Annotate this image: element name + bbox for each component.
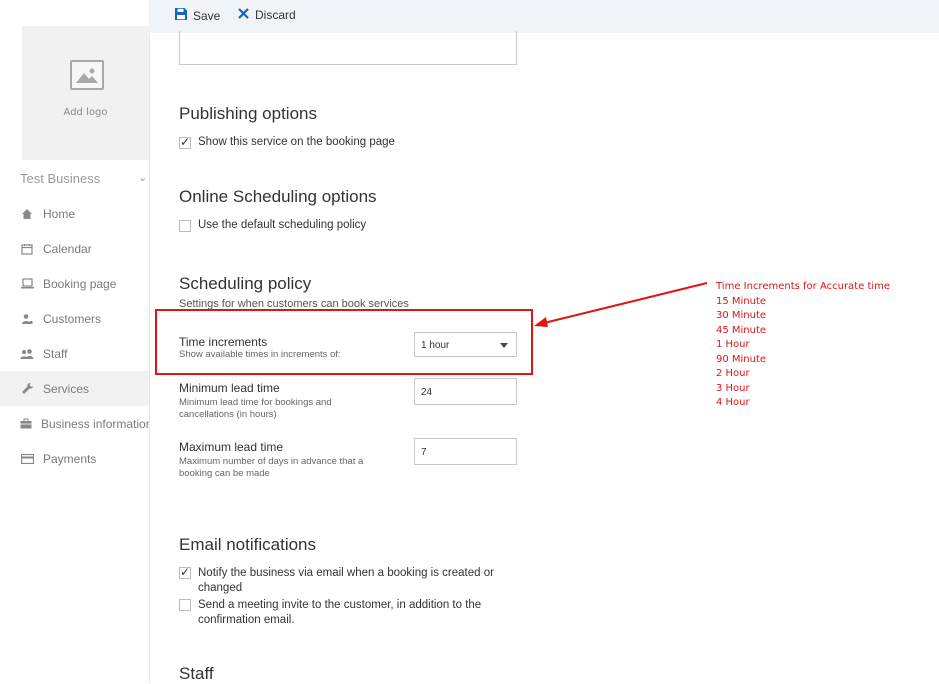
sidebar-item-calendar[interactable]: Calendar (0, 231, 149, 266)
sidebar-item-label: Business information (41, 416, 150, 431)
annotation-option: 15 Minute (716, 295, 767, 307)
sidebar-item-label: Home (43, 206, 76, 221)
laptop-icon (20, 277, 34, 291)
checkbox-label: Show this service on the booking page (198, 136, 395, 148)
sidebar-item-label: Booking page (43, 276, 117, 291)
use-default-policy-checkbox[interactable]: Use the default scheduling policy (179, 219, 366, 232)
discard-button[interactable]: Discard (238, 8, 296, 22)
send-meeting-invite-checkbox[interactable]: Send a meeting invite to the customer, i… (179, 598, 481, 628)
checkbox-label-line1: Send a meeting invite to the customer, i… (198, 599, 482, 611)
close-icon (238, 8, 255, 22)
annotation-highlight-box (155, 309, 533, 375)
checkbox-label-group: Notify the business via email when a boo… (198, 566, 494, 596)
sidebar-item-booking-page[interactable]: Booking page (0, 266, 149, 301)
minimum-lead-time-help-1: Minimum lead time for bookings and (179, 397, 332, 408)
annotation-option: 30 Minute (716, 310, 767, 321)
maximum-lead-time-label: Maximum lead time (179, 440, 284, 454)
business-name[interactable]: Test Business (20, 171, 100, 186)
card-icon (20, 452, 34, 466)
checkmark-icon: ✓ (180, 565, 191, 579)
checkbox-checked[interactable]: ✓ (179, 135, 191, 149)
checkmark-icon: ✓ (180, 135, 191, 149)
annotation-option: 2 Hour (716, 368, 750, 379)
command-bar: Save Discard (149, 0, 939, 33)
checkbox-unchecked[interactable] (179, 220, 191, 232)
save-label: Save (193, 8, 221, 23)
maximum-lead-time-input[interactable]: 7 (414, 438, 517, 465)
customers-icon (20, 312, 34, 326)
sidebar-item-label: Staff (43, 346, 68, 361)
annotation-option: 1 Hour (716, 339, 750, 350)
staff-section-title: Staff (179, 664, 214, 683)
sidebar-item-home[interactable]: Home (0, 196, 149, 231)
scheduling-policy-title: Scheduling policy (179, 274, 312, 293)
checkbox-label: Use the default scheduling policy (198, 219, 367, 231)
add-logo-label: Add logo (63, 107, 108, 118)
save-button[interactable]: Save (175, 8, 220, 23)
sidebar: Add logo Test Business ⌄ Home Calendar B… (0, 0, 150, 683)
briefcase-icon (20, 417, 32, 431)
sidebar-item-business-information[interactable]: Business information (0, 406, 149, 441)
annotation-option: 45 Minute (716, 324, 767, 336)
annotation-heading: Time Increments for Accurate time (716, 281, 891, 292)
discard-label: Discard (255, 8, 296, 22)
annotation-option: 3 Hour (716, 382, 750, 394)
checkbox-label-line2: changed (198, 582, 243, 594)
checkbox-checked[interactable]: ✓ (179, 565, 191, 579)
notify-business-checkbox[interactable]: ✓ Notify the business via email when a b… (179, 565, 494, 596)
chevron-down-icon[interactable]: ⌄ (138, 171, 147, 184)
floppy-disk-icon (175, 8, 193, 23)
annotation-option: 90 Minute (716, 353, 767, 365)
maximum-lead-time-help-1: Maximum number of days in advance that a (179, 456, 364, 467)
minimum-lead-time-input[interactable]: 24 (414, 378, 517, 405)
staff-icon (20, 347, 34, 361)
sidebar-item-services[interactable]: Services (0, 371, 149, 406)
sidebar-item-staff[interactable]: Staff (0, 336, 149, 371)
sidebar-item-payments[interactable]: Payments (0, 441, 149, 476)
checkbox-label-line2: confirmation email. (198, 614, 295, 626)
show-on-booking-page-checkbox[interactable]: ✓ Show this service on the booking page (179, 135, 395, 149)
annotation-option: 4 Hour (716, 397, 750, 408)
sidebar-item-label: Payments (43, 451, 97, 466)
checkbox-label-group: Send a meeting invite to the customer, i… (198, 598, 481, 628)
sidebar-nav: Home Calendar Booking page Customers Sta… (0, 196, 149, 476)
sidebar-item-label: Calendar (43, 241, 92, 256)
calendar-icon (20, 242, 34, 256)
add-logo-button[interactable]: Add logo (22, 26, 149, 160)
annotation-arrow (534, 282, 708, 327)
wrench-icon (20, 382, 34, 396)
minimum-lead-time-help-2: cancellations (in hours) (179, 409, 277, 420)
home-icon (20, 207, 34, 221)
image-icon (70, 60, 104, 90)
sidebar-item-label: Services (43, 381, 90, 396)
annotation-note: Time Increments for Accurate time 15 Min… (716, 280, 890, 411)
checkbox-unchecked[interactable] (179, 599, 191, 611)
online-scheduling-options-title: Online Scheduling options (179, 187, 377, 206)
publishing-options-title: Publishing options (179, 104, 317, 123)
sidebar-item-label: Customers (43, 311, 102, 326)
minimum-lead-time-label: Minimum lead time (179, 381, 280, 395)
sidebar-item-customers[interactable]: Customers (0, 301, 149, 336)
maximum-lead-time-help-2: booking can be made (179, 468, 270, 479)
checkbox-label-line1: Notify the business via email when a boo… (198, 567, 494, 579)
email-notifications-title: Email notifications (179, 535, 317, 554)
description-textarea[interactable] (179, 31, 517, 65)
